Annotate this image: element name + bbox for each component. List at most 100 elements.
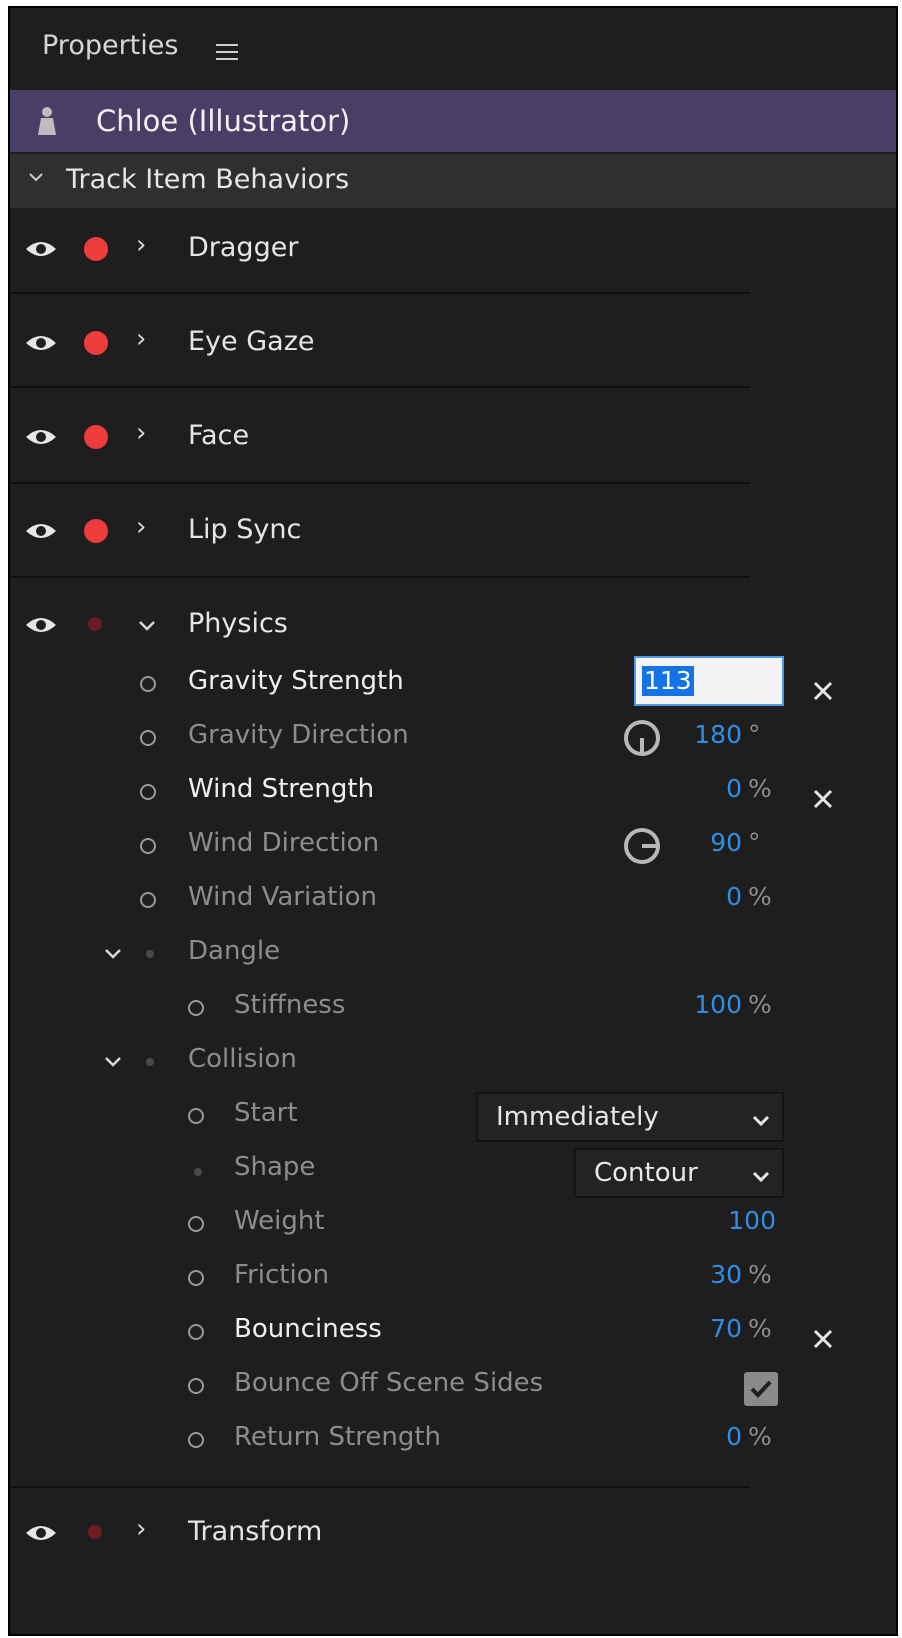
close-icon[interactable]: [810, 678, 836, 704]
unit-label: %: [748, 990, 772, 1019]
gravity-strength-value[interactable]: 113: [642, 666, 694, 696]
puppet-header: Chloe (Illustrator): [10, 90, 896, 152]
eye-icon[interactable]: [24, 426, 58, 448]
collision-label: Collision: [188, 1044, 297, 1074]
puppet-name: Chloe (Illustrator): [96, 104, 351, 138]
armed-dot[interactable]: [84, 331, 108, 355]
stopwatch-icon[interactable]: [188, 1378, 204, 1394]
unit-label: °: [748, 720, 761, 749]
stopwatch-icon[interactable]: [188, 1432, 204, 1448]
properties-panel: Properties Chloe (Illustrator) Track Ite…: [8, 6, 898, 1636]
behavior-label: Physics: [188, 608, 288, 639]
behavior-label: Face: [188, 420, 250, 451]
chevron-right-icon[interactable]: ›: [136, 512, 146, 542]
stopwatch-icon[interactable]: [188, 1000, 204, 1016]
disarmed-dot[interactable]: [88, 1525, 102, 1539]
close-icon[interactable]: [810, 1326, 836, 1352]
divider: [10, 576, 750, 578]
divider: [10, 386, 750, 388]
start-label: Start: [234, 1098, 298, 1128]
stopwatch-icon[interactable]: [140, 892, 156, 908]
shape-dropdown[interactable]: Contour: [574, 1148, 784, 1198]
armed-dot[interactable]: [84, 425, 108, 449]
return-strength-value[interactable]: 0: [670, 1422, 742, 1451]
stopwatch-icon[interactable]: [188, 1324, 204, 1340]
stopwatch-icon[interactable]: [188, 1216, 204, 1232]
divider: [10, 292, 750, 294]
armed-dot[interactable]: [84, 519, 108, 543]
eye-icon[interactable]: [24, 1522, 58, 1544]
panel-title: Properties: [42, 30, 179, 61]
eye-icon[interactable]: [24, 332, 58, 354]
wind-direction-value[interactable]: 90: [690, 828, 742, 857]
divider: [10, 482, 750, 484]
weight-value[interactable]: 100: [670, 1206, 776, 1235]
behavior-row-physics[interactable]: Physics: [10, 594, 896, 654]
gravity-direction-label: Gravity Direction: [188, 720, 409, 750]
gravity-direction-value[interactable]: 180: [690, 720, 742, 749]
stiffness-label: Stiffness: [234, 990, 346, 1020]
behavior-row-eye-gaze[interactable]: › Eye Gaze: [10, 312, 896, 372]
hamburger-icon[interactable]: [216, 44, 238, 60]
bounce-off-scene-sides-checkbox[interactable]: [744, 1372, 778, 1406]
puppet-icon: [34, 106, 60, 136]
start-dropdown[interactable]: Immediately: [476, 1092, 784, 1142]
divider: [10, 1486, 750, 1488]
wind-strength-value[interactable]: 0: [690, 774, 742, 803]
bounciness-value[interactable]: 70: [670, 1314, 742, 1343]
stopwatch-icon[interactable]: [188, 1108, 204, 1124]
track-item-behaviors-header[interactable]: Track Item Behaviors: [10, 154, 896, 208]
eye-icon[interactable]: [24, 520, 58, 542]
unit-label: %: [748, 1314, 772, 1343]
start-dropdown-value: Immediately: [496, 1102, 659, 1132]
friction-value[interactable]: 30: [670, 1260, 742, 1289]
chevron-down-icon[interactable]: [104, 946, 122, 965]
gravity-strength-label: Gravity Strength: [188, 666, 404, 696]
chevron-down-icon: [752, 1112, 770, 1131]
section-label: Track Item Behaviors: [66, 164, 350, 195]
chevron-right-icon[interactable]: ›: [136, 230, 146, 260]
bounce-off-scene-sides-label: Bounce Off Scene Sides: [234, 1368, 544, 1398]
chevron-down-icon[interactable]: [138, 618, 156, 637]
chevron-right-icon[interactable]: ›: [136, 418, 146, 448]
behavior-label: Lip Sync: [188, 514, 302, 545]
disarmed-dot[interactable]: [88, 617, 102, 631]
stopwatch-icon[interactable]: [140, 676, 156, 692]
wind-variation-label: Wind Variation: [188, 882, 377, 912]
wind-variation-value[interactable]: 0: [690, 882, 742, 911]
chevron-down-icon[interactable]: [104, 1054, 122, 1073]
return-strength-label: Return Strength: [234, 1422, 442, 1452]
stopwatch-icon[interactable]: [140, 730, 156, 746]
chevron-right-icon[interactable]: ›: [136, 324, 146, 354]
behavior-row-dragger[interactable]: › Dragger: [10, 218, 896, 278]
behavior-row-face[interactable]: › Face: [10, 406, 896, 466]
group-dot: [146, 950, 154, 958]
stopwatch-icon[interactable]: [188, 1270, 204, 1286]
close-icon[interactable]: [810, 786, 836, 812]
chevron-right-icon[interactable]: ›: [136, 1514, 146, 1544]
stiffness-value[interactable]: 100: [670, 990, 742, 1019]
dangle-label: Dangle: [188, 936, 281, 966]
eye-icon[interactable]: [24, 238, 58, 260]
behavior-row-transform[interactable]: › Transform: [10, 1502, 896, 1562]
bounciness-label: Bounciness: [234, 1314, 382, 1344]
gravity-direction-dial-icon[interactable]: [622, 718, 662, 762]
friction-label: Friction: [234, 1260, 330, 1290]
panel-header: Properties: [10, 8, 896, 88]
group-dot: [146, 1058, 154, 1066]
checkmark-icon: [750, 1380, 772, 1398]
stopwatch-icon[interactable]: [140, 784, 156, 800]
unit-label: %: [748, 1260, 772, 1289]
weight-label: Weight: [234, 1206, 325, 1236]
wind-direction-dial-icon[interactable]: [622, 826, 662, 870]
chevron-down-icon[interactable]: [28, 169, 44, 185]
shape-dropdown-value: Contour: [594, 1158, 698, 1188]
unit-label: °: [748, 828, 761, 857]
gravity-strength-input[interactable]: 113: [634, 656, 784, 706]
behavior-row-lip-sync[interactable]: › Lip Sync: [10, 500, 896, 560]
stopwatch-icon[interactable]: [140, 838, 156, 854]
armed-dot[interactable]: [84, 237, 108, 261]
behavior-label: Eye Gaze: [188, 326, 315, 357]
behavior-label: Transform: [188, 1516, 323, 1547]
eye-icon[interactable]: [24, 614, 58, 636]
